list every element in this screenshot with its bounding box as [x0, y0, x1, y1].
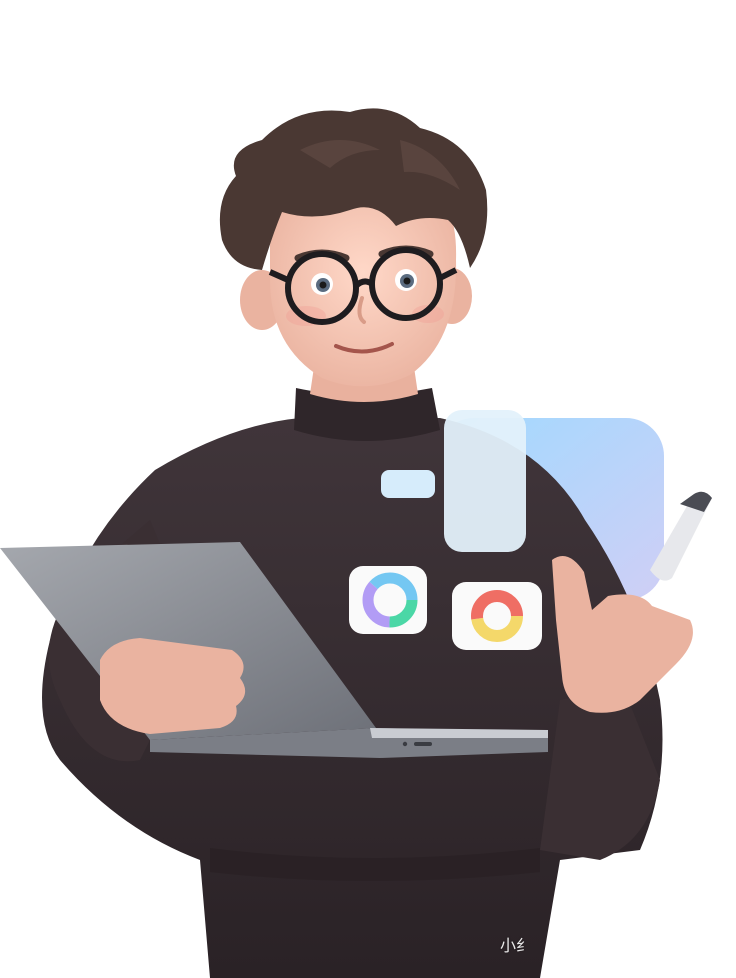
- illustration-scene: 小纟: [0, 0, 736, 978]
- head: [219, 108, 488, 387]
- donut-chart-icon: [349, 566, 427, 634]
- floating-card-tall: [444, 410, 526, 552]
- left-hand: [100, 638, 246, 734]
- floating-card-small: [381, 470, 435, 498]
- character-illustration: [0, 108, 712, 978]
- watermark-text: 小纟: [500, 936, 533, 955]
- pie-chart-icon: [452, 582, 542, 650]
